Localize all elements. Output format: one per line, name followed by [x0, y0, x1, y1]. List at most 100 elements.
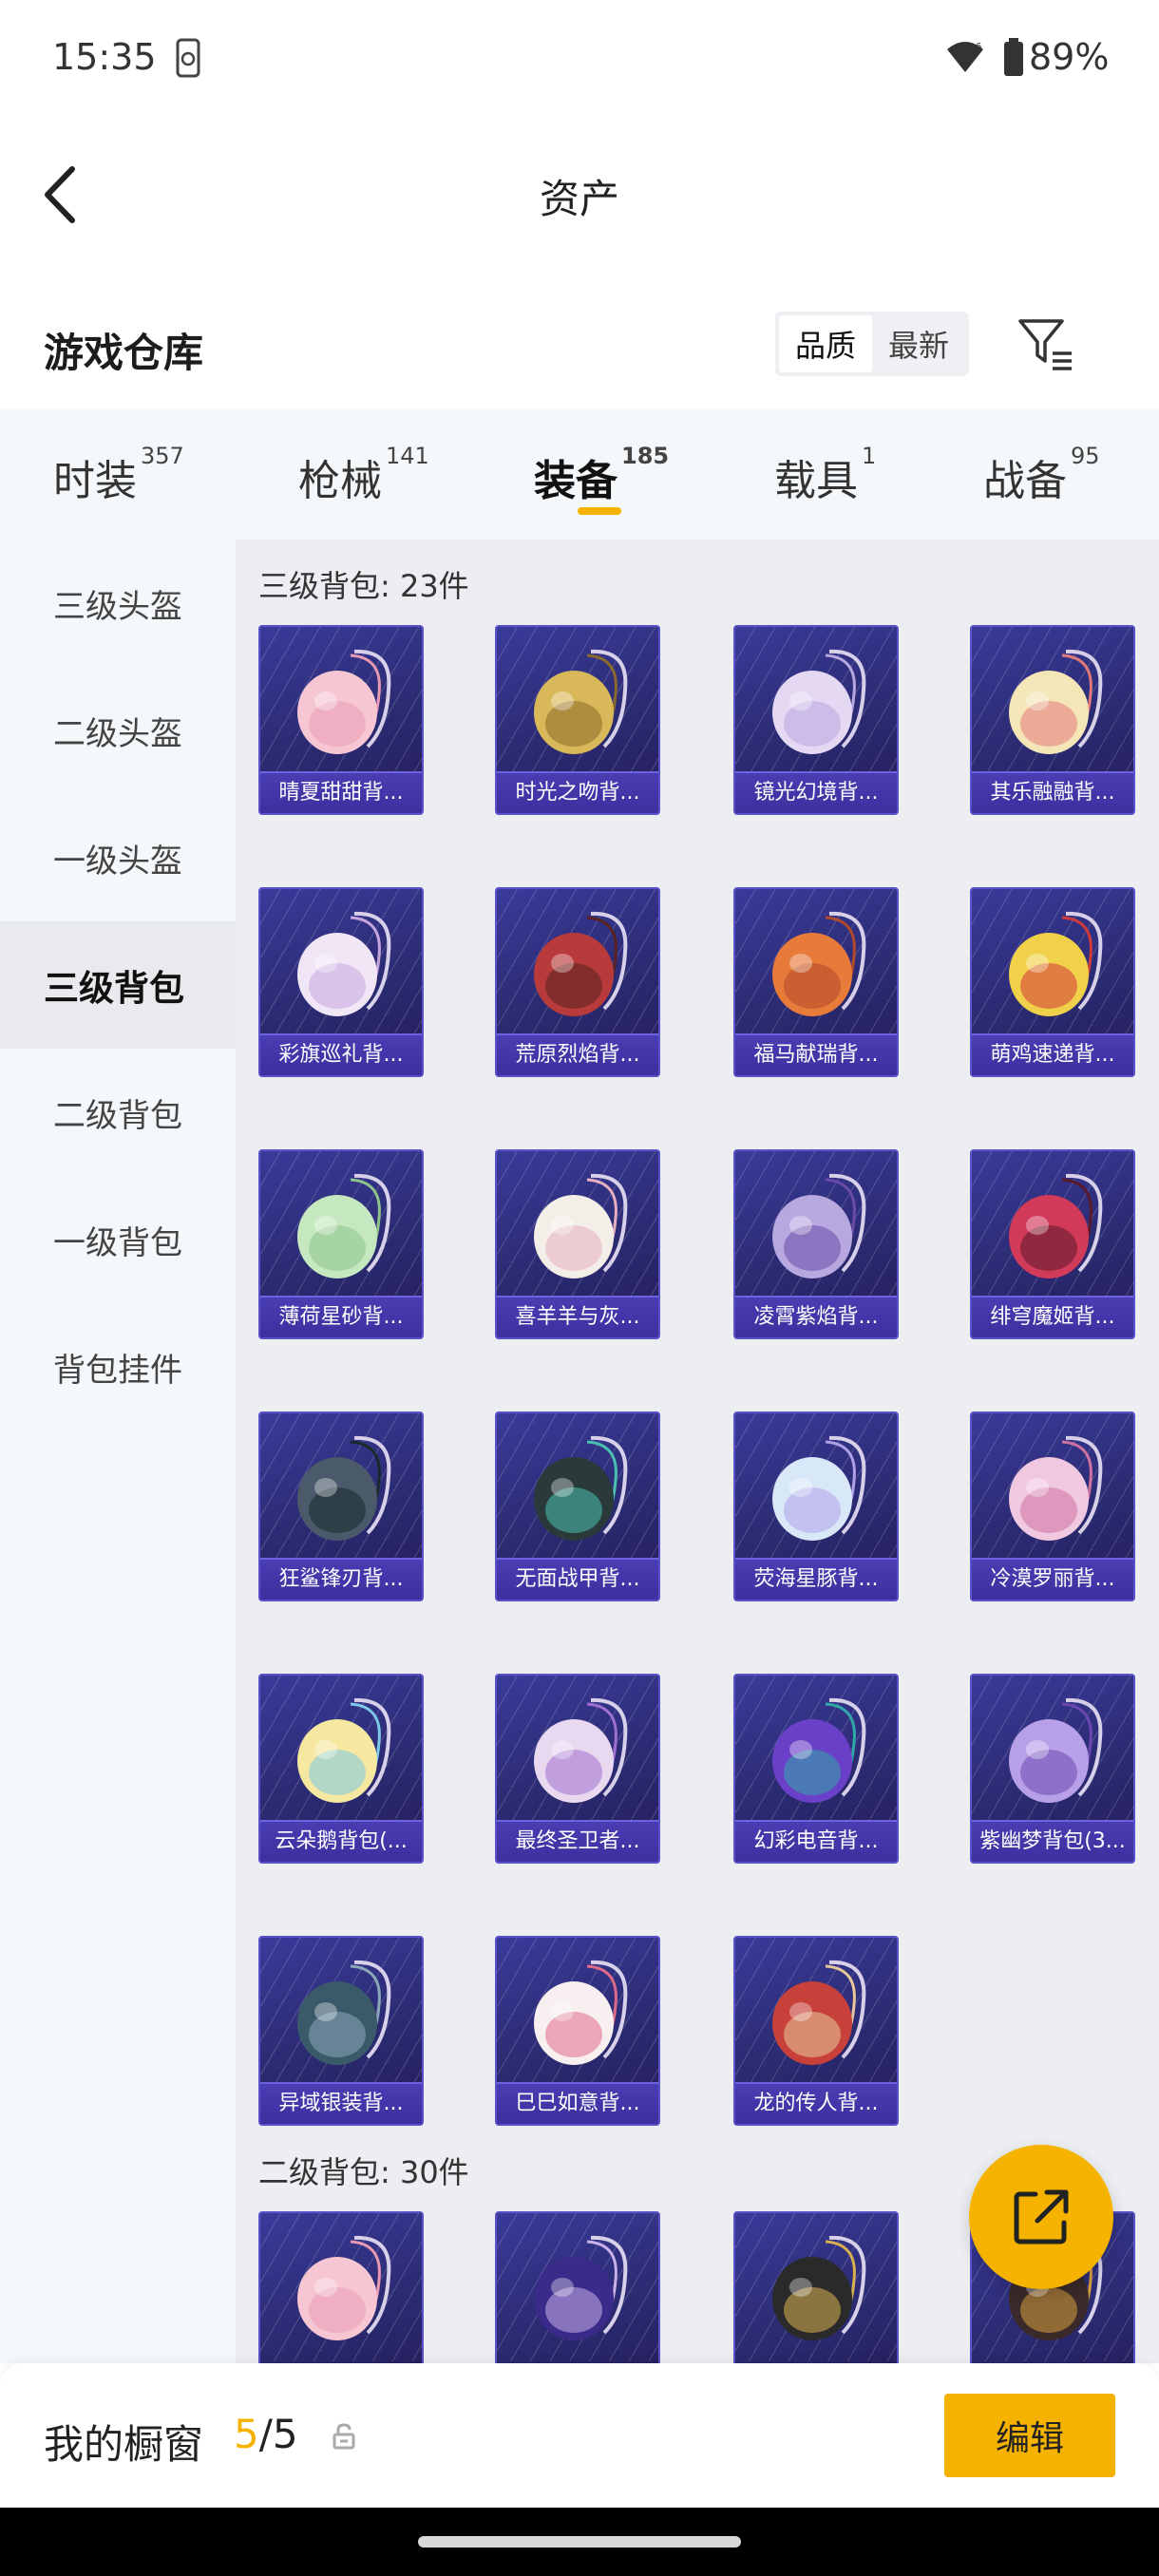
showcase-total: /5	[258, 2411, 298, 2457]
page-title: 资产	[539, 176, 619, 222]
sort-quality-button[interactable]: 品质	[779, 315, 872, 372]
tab-vehicles[interactable]: 载具1	[774, 443, 877, 507]
item-card[interactable]: 萌鸡速递背...	[970, 887, 1135, 1077]
phone-sync-icon	[176, 38, 200, 78]
backpack-image	[297, 2235, 391, 2340]
backpack-image	[1009, 1173, 1103, 1279]
item-card-label: 巳巳如意背...	[497, 2082, 658, 2124]
backpack-image	[534, 649, 628, 754]
svg-text:6: 6	[976, 42, 981, 52]
tab-equipment[interactable]: 装备185	[534, 443, 670, 507]
tab-fashion[interactable]: 时装357	[53, 443, 184, 507]
home-gesture-handle[interactable]	[418, 2536, 741, 2548]
item-card-label: 薄荷星砂背...	[260, 1296, 422, 1337]
sidebar-item-lv2-backpack[interactable]: 二级背包	[0, 1049, 236, 1176]
lock-icon	[332, 2423, 355, 2450]
item-card-label: 其乐融融背...	[972, 771, 1133, 813]
item-card[interactable]	[258, 2211, 424, 2363]
backpack-image	[534, 2235, 628, 2340]
item-card-label: 福马献瑞背...	[735, 1033, 897, 1075]
item-card[interactable]: 时光之吻背...	[495, 625, 660, 815]
item-card[interactable]: 镜光幻境背...	[733, 625, 899, 815]
item-card-label: 龙的传人背...	[735, 2082, 897, 2124]
backpack-image	[297, 1435, 391, 1541]
item-card[interactable]: 晴夏甜甜背...	[258, 625, 424, 815]
sidebar-item-backpack-charm[interactable]: 背包挂件	[0, 1303, 236, 1430]
item-card-label: 荒原烈焰背...	[497, 1033, 658, 1075]
sidebar-item-lv3-helmet[interactable]: 三级头盔	[0, 540, 236, 667]
battery-percent: 89%	[1029, 36, 1110, 78]
item-card[interactable]: 绯穹魔姬背...	[970, 1149, 1135, 1339]
showcase-label: 我的橱窗	[44, 2421, 204, 2468]
tab-count: 1	[862, 443, 877, 469]
backpack-image	[534, 1173, 628, 1279]
status-time: 15:35	[52, 36, 157, 78]
item-card-label: 喜羊羊与灰...	[497, 1296, 658, 1337]
backpack-image	[1009, 649, 1103, 754]
group-title: 二级背包: 30件	[258, 2154, 469, 2190]
tab-count: 95	[1071, 443, 1100, 469]
item-card[interactable]: 异域银装背...	[258, 1936, 424, 2126]
item-card-label: 云朵鹅背包(...	[260, 1820, 422, 1862]
backpack-image	[772, 911, 866, 1016]
item-card[interactable]: 幻彩电音背...	[733, 1674, 899, 1864]
item-card[interactable]: 龙的传人背...	[733, 1936, 899, 2126]
tab-label: 时装	[53, 457, 137, 505]
tab-firearms[interactable]: 枪械141	[298, 443, 429, 507]
item-card-label: 无面战甲背...	[497, 1558, 658, 1600]
item-card[interactable]	[733, 2211, 899, 2363]
item-card-label: 冷漠罗丽背...	[972, 1558, 1133, 1600]
item-card[interactable]: 凌霄紫焰背...	[733, 1149, 899, 1339]
active-tab-indicator	[578, 507, 621, 515]
item-card[interactable]: 喜羊羊与灰...	[495, 1149, 660, 1339]
tab-count: 357	[141, 443, 184, 469]
share-fab-button[interactable]	[969, 2145, 1113, 2289]
item-card[interactable]: 无面战甲背...	[495, 1411, 660, 1601]
app-screen: 15:35 6 89% 资产 游戏仓库 品质 最新 时装357 枪械141 装备	[0, 0, 1159, 2576]
item-card[interactable]: 紫幽梦背包(3...	[970, 1674, 1135, 1864]
item-card[interactable]: 巳巳如意背...	[495, 1936, 660, 2126]
backpack-image	[1009, 911, 1103, 1016]
sidebar-item-lv1-backpack[interactable]: 一级背包	[0, 1176, 236, 1303]
sidebar-item-lv2-helmet[interactable]: 二级头盔	[0, 667, 236, 794]
backpack-image	[772, 649, 866, 754]
tab-label: 战备	[983, 457, 1067, 505]
group-title: 三级背包: 23件	[258, 568, 469, 604]
item-card[interactable]: 荧海星豚背...	[733, 1411, 899, 1601]
item-card[interactable]: 薄荷星砂背...	[258, 1149, 424, 1339]
backpack-image	[772, 1697, 866, 1803]
backpack-image	[534, 1435, 628, 1541]
item-card[interactable]: 彩旗巡礼背...	[258, 887, 424, 1077]
item-card[interactable]: 福马献瑞背...	[733, 887, 899, 1077]
item-card[interactable]: 其乐融融背...	[970, 625, 1135, 815]
sidebar: 三级头盔 二级头盔 一级头盔 三级背包 二级背包 一级背包 背包挂件	[0, 540, 236, 2363]
edit-button[interactable]: 编辑	[944, 2394, 1115, 2477]
wifi-signal-icon: 6	[947, 42, 983, 72]
item-card[interactable]: 云朵鹅背包(...	[258, 1674, 424, 1864]
item-card-label: 荧海星豚背...	[735, 1558, 897, 1600]
sort-latest-button[interactable]: 最新	[872, 315, 965, 372]
backpack-image	[297, 911, 391, 1016]
item-card-label: 时光之吻背...	[497, 771, 658, 813]
item-card[interactable]	[495, 2211, 660, 2363]
showcase-count: 5/5	[234, 2411, 298, 2457]
filter-icon[interactable]	[1016, 313, 1075, 372]
item-card[interactable]: 最终圣卫者...	[495, 1674, 660, 1864]
tab-label: 装备	[534, 457, 618, 505]
showcase-bar: 我的橱窗 5/5 编辑	[0, 2363, 1159, 2508]
item-card[interactable]: 狂鲨锋刃背...	[258, 1411, 424, 1601]
tab-label: 载具	[774, 457, 858, 505]
item-card-label: 晴夏甜甜背...	[260, 771, 422, 813]
sidebar-item-lv3-backpack[interactable]: 三级背包	[0, 921, 236, 1049]
backpack-image	[1009, 1435, 1103, 1541]
backpack-image	[297, 1697, 391, 1803]
item-card[interactable]: 冷漠罗丽背...	[970, 1411, 1135, 1601]
item-card[interactable]: 荒原烈焰背...	[495, 887, 660, 1077]
item-card-label: 紫幽梦背包(3...	[972, 1820, 1133, 1862]
backpack-image	[534, 911, 628, 1016]
tab-label: 枪械	[298, 457, 382, 505]
sidebar-item-lv1-helmet[interactable]: 一级头盔	[0, 794, 236, 921]
tab-count: 141	[386, 443, 429, 469]
tab-count: 185	[621, 443, 670, 469]
tab-supplies[interactable]: 战备95	[983, 443, 1100, 507]
